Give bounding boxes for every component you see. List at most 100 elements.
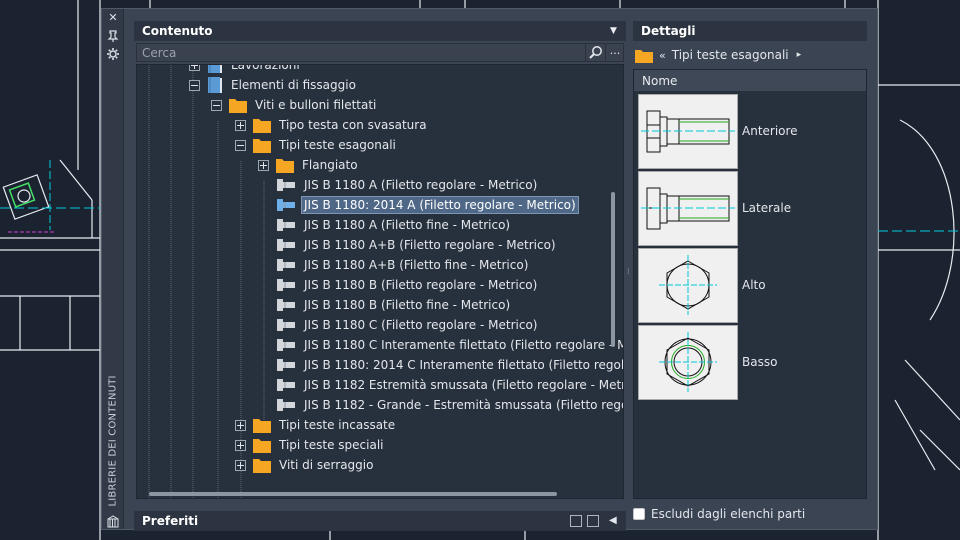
tree-item[interactable]: Tipi teste esagonali (235, 135, 398, 155)
tree-item-label: Tipi teste speciali (279, 438, 384, 452)
search-options-button[interactable]: ... (605, 44, 624, 61)
tree-item[interactable]: JIS B 1180 A+B (Filetto fine - Metrico) (276, 255, 530, 275)
vertical-scroll-thumb[interactable] (611, 192, 615, 347)
content-pane-header: Contenuto ▼ (134, 21, 626, 41)
folder-icon (229, 99, 247, 113)
book-icon (208, 65, 222, 73)
library-icon[interactable] (106, 515, 120, 529)
view-item-front[interactable]: Anteriore (636, 94, 864, 169)
bolt-top-view-thumbnail (638, 248, 738, 323)
tree-item-label: JIS B 1180 A+B (Filetto regolare - Metri… (304, 238, 556, 252)
search-bar: ... (136, 43, 624, 62)
content-libraries-palette: ✕ LIBRERIE DEI CONTENUTI Contenuto ▼ Cer… (101, 8, 878, 531)
content-pane: Contenuto ▼ ... (134, 21, 626, 531)
folder-icon (253, 419, 271, 433)
close-icon[interactable]: ✕ (106, 11, 120, 25)
expand-toggle-icon[interactable] (235, 459, 246, 471)
tree-item[interactable]: JIS B 1180 A (Filetto fine - Metrico) (276, 215, 512, 235)
tree-item-label: JIS B 1180 A+B (Filetto fine - Metrico) (304, 258, 529, 272)
favorites-title: Preferiti (142, 514, 199, 528)
breadcrumb-next-arrow-icon[interactable]: ▸ (797, 50, 802, 60)
tree-item-label: Lavorazioni (231, 64, 300, 72)
breadcrumb-back-button[interactable]: « (659, 49, 666, 62)
tree-item[interactable]: JIS B 1180 C Interamente filettato (File… (276, 335, 624, 355)
pane-menu-chevron-down-icon[interactable]: ▼ (610, 21, 617, 41)
tree-item[interactable]: JIS B 1180 B (Filetto regolare - Metrico… (276, 275, 539, 295)
exclude-from-parts-lists-option[interactable]: Escludi dagli elenchi parti (633, 505, 805, 523)
pane-splitter[interactable]: ⁞ (627, 267, 630, 277)
expand-toggle-icon[interactable] (189, 65, 200, 71)
expand-toggle-icon[interactable] (235, 119, 246, 131)
pin-icon[interactable] (106, 29, 120, 43)
tree-item[interactable]: Elementi di fissaggio (189, 75, 358, 95)
view-item-label: Alto (742, 278, 766, 292)
search-button[interactable] (585, 44, 605, 61)
view-item-side[interactable]: Laterale (636, 171, 864, 246)
book-icon (208, 77, 222, 93)
tree-item-label: JIS B 1180 B (Filetto fine - Metrico) (304, 298, 511, 312)
bolt-icon (277, 259, 295, 271)
tree-item[interactable]: Flangiato (258, 155, 360, 175)
breadcrumb-current-folder[interactable]: Tipi teste esagonali (672, 48, 789, 62)
collapse-toggle-icon[interactable] (211, 99, 222, 111)
tree-item[interactable]: JIS B 1180 B (Filetto fine - Metrico) (276, 295, 512, 315)
expand-toggle-icon[interactable] (235, 419, 246, 431)
grid-view-icon[interactable] (587, 515, 599, 527)
vertical-scrollbar[interactable] (611, 67, 615, 497)
tree-item-label: JIS B 1180: 2014 C Interamente filettato… (304, 358, 624, 372)
folder-icon (276, 159, 294, 173)
list-view-icon[interactable] (570, 515, 582, 527)
bolt-icon (277, 219, 295, 231)
collapse-toggle-icon[interactable] (235, 139, 246, 151)
palette-title: LIBRERIE DEI CONTENUTI (107, 375, 119, 507)
tree-item[interactable]: Tipi teste incassate (235, 415, 397, 435)
expand-toggle-icon[interactable] (235, 439, 246, 451)
tree-item-label: JIS B 1180 A (Filetto regolare - Metrico… (304, 178, 538, 192)
tree-item-label: Tipi teste incassate (279, 418, 396, 432)
bolt-front-view-thumbnail (638, 94, 738, 169)
bolt-icon (277, 199, 295, 211)
tree-item-label: Flangiato (302, 158, 358, 172)
tree-item[interactable]: Lavorazioni (189, 64, 302, 75)
tree-item[interactable]: Tipo testa con svasatura (235, 115, 429, 135)
tree-item-label: JIS B 1180 C Interamente filettato (File… (304, 338, 624, 352)
column-header-name[interactable]: Nome (634, 70, 866, 92)
tree-item[interactable]: JIS B 1182 - Grande - Estremità smussata… (276, 395, 623, 415)
tree-item[interactable]: JIS B 1180 A (Filetto regolare - Metrico… (276, 175, 539, 195)
tree-item-label: JIS B 1180 C (Filetto regolare - Metrico… (304, 318, 538, 332)
favorites-panel-header[interactable]: Preferiti ◀ (134, 511, 626, 531)
details-pane-header: Dettagli (633, 21, 867, 41)
palette-side-strip: ✕ LIBRERIE DEI CONTENUTI (102, 9, 124, 529)
view-item-bottom[interactable]: Basso (636, 325, 864, 400)
tree-item[interactable]: JIS B 1182 Estremità smussata (Filetto r… (276, 375, 623, 395)
application-screen: ✕ LIBRERIE DEI CONTENUTI Contenuto ▼ Cer… (0, 0, 960, 540)
tree-item-selected[interactable]: JIS B 1180: 2014 A (Filetto regolare - M… (276, 195, 579, 215)
tree-item[interactable]: Viti di serraggio (235, 455, 375, 475)
expand-toggle-icon[interactable] (258, 159, 269, 171)
tree-item[interactable]: Viti e bulloni filettati (211, 95, 378, 115)
folder-icon (253, 459, 271, 473)
details-breadcrumb: « Tipi teste esagonali ▸ (633, 43, 867, 67)
tree-item[interactable]: JIS B 1180 C (Filetto regolare - Metrico… (276, 315, 539, 335)
horizontal-scrollbar[interactable] (149, 492, 557, 496)
content-pane-title: Contenuto (142, 24, 213, 38)
tree-item[interactable]: Tipi teste speciali (235, 435, 386, 455)
folder-icon (253, 139, 271, 153)
search-input[interactable] (137, 44, 582, 61)
bolt-icon (277, 299, 295, 311)
exclude-checkbox[interactable] (633, 508, 645, 520)
tree-item[interactable]: JIS B 1180 A+B (Filetto regolare - Metri… (276, 235, 558, 255)
bolt-icon (277, 359, 295, 371)
bolt-bottom-view-thumbnail (638, 325, 738, 400)
properties-gear-icon[interactable] (106, 47, 120, 61)
search-icon (589, 46, 602, 59)
collapse-arrow-icon[interactable]: ◀ (609, 511, 617, 531)
view-item-label: Laterale (742, 201, 792, 215)
tree-item-label: JIS B 1180 A (Filetto fine - Metrico) (304, 218, 511, 232)
collapse-toggle-icon[interactable] (189, 79, 200, 91)
view-item-top[interactable]: Alto (636, 248, 864, 323)
folder-icon (635, 49, 653, 63)
view-item-label: Anteriore (742, 124, 798, 138)
tree-item-label: Elementi di fissaggio (231, 78, 356, 92)
tree-item[interactable]: JIS B 1180: 2014 C Interamente filettato… (276, 355, 624, 375)
